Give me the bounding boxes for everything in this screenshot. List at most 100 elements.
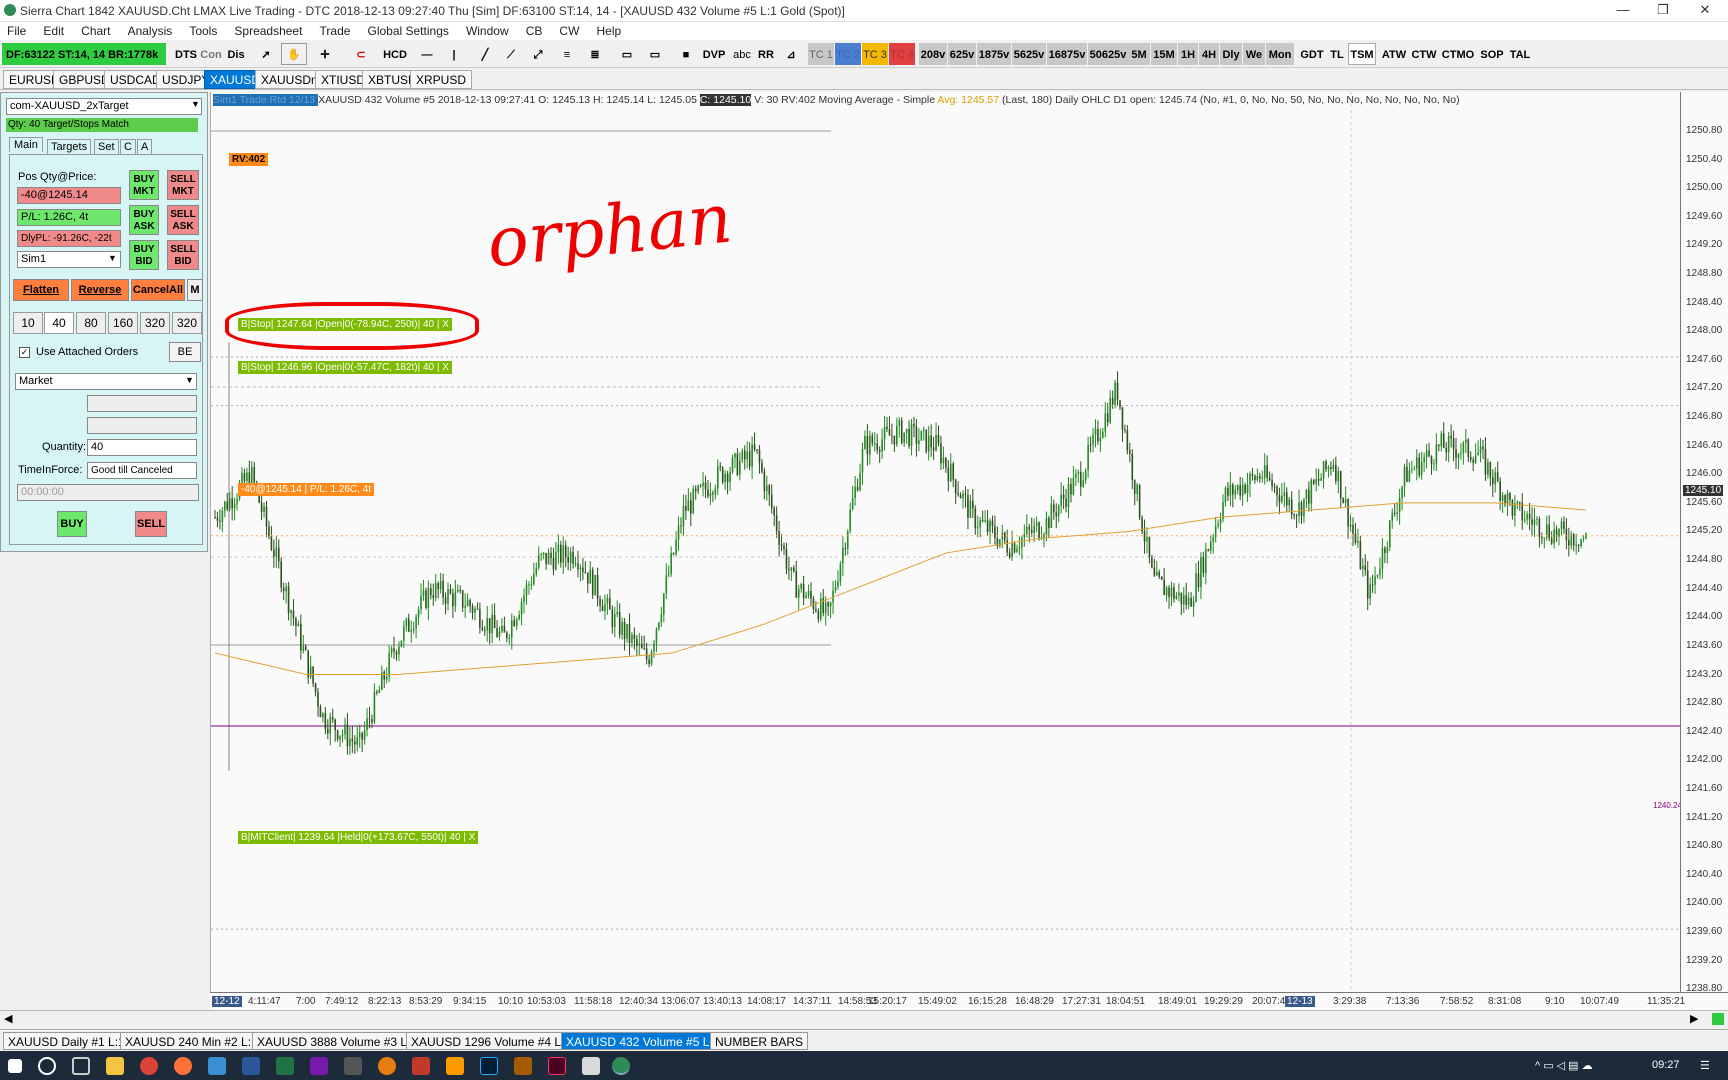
ctw-button[interactable]: CTW xyxy=(1410,43,1438,65)
bar-50625v[interactable]: 50625v xyxy=(1088,43,1128,65)
fib-extension-icon[interactable]: ≣ xyxy=(584,43,606,65)
app-icon-red[interactable] xyxy=(412,1057,430,1075)
symbol-tab-xrpusd[interactable]: XRPUSD xyxy=(410,70,473,89)
bar-5625v[interactable]: 5625v xyxy=(1012,43,1046,65)
vertical-line-icon[interactable]: | xyxy=(444,43,464,65)
tab-targets[interactable]: Targets xyxy=(47,139,92,155)
dts-button[interactable]: DTS xyxy=(174,43,198,65)
sell-market-button[interactable]: SELL MKT xyxy=(167,170,199,200)
trade-account-select[interactable]: com-XAUUSD_2xTarget xyxy=(6,98,202,115)
channel-icon[interactable]: ▭ xyxy=(644,43,666,65)
flatten-button[interactable]: Flatten xyxy=(13,279,69,301)
rectangle-icon[interactable]: ▭ xyxy=(616,43,638,65)
tl-button[interactable]: TL xyxy=(1328,43,1346,65)
app-icon-blue[interactable] xyxy=(208,1057,226,1075)
order-label-mit[interactable]: B|MITClient| 1239.64 |Held|0(+173.67C, 5… xyxy=(238,831,479,844)
crosshair-icon[interactable]: ✛ xyxy=(313,43,337,65)
explorer-icon[interactable] xyxy=(106,1057,124,1075)
acrobat-icon[interactable] xyxy=(582,1057,600,1075)
sierra-chart-icon[interactable] xyxy=(612,1057,630,1075)
menu-help[interactable]: Help xyxy=(589,22,628,40)
account-select[interactable]: Sim1 xyxy=(17,251,121,268)
quantity-field[interactable]: 40 xyxy=(87,439,197,456)
qty-preset-40[interactable]: 40 xyxy=(44,312,74,334)
buy-bid-button[interactable]: BUY BID xyxy=(129,240,159,270)
tal-button[interactable]: TAL xyxy=(1508,43,1532,65)
tif-select[interactable]: Good till Canceled xyxy=(87,462,197,479)
notifications-icon[interactable]: ☰ xyxy=(1700,1059,1710,1072)
ray-icon[interactable]: ⟋ xyxy=(500,43,522,65)
tc4-button[interactable]: TC 4 xyxy=(889,43,915,65)
dvp-button[interactable]: DVP xyxy=(700,43,728,65)
tc1-button[interactable]: TC 1 xyxy=(808,43,834,65)
ctmo-button[interactable]: CTMO xyxy=(1440,43,1476,65)
qty-preset-160[interactable]: 160 xyxy=(108,312,138,334)
rr-button[interactable]: RR xyxy=(756,43,776,65)
hand-icon[interactable]: ✋ xyxy=(281,43,307,65)
text-tool-button[interactable]: abc xyxy=(730,43,754,65)
word-icon[interactable] xyxy=(242,1057,260,1075)
time-field[interactable]: 00:00:00 xyxy=(17,484,199,501)
position-label[interactable]: -40@1245.14 | P/L: 1.26C, 4t xyxy=(238,483,375,496)
m-button[interactable]: M xyxy=(187,279,203,301)
tf-4h[interactable]: 4H xyxy=(1199,43,1219,65)
qty-preset-80[interactable]: 80 xyxy=(76,312,106,334)
reverse-button[interactable]: Reverse xyxy=(71,279,129,301)
order-type-chevron-icon[interactable]: ▼ xyxy=(185,375,194,385)
scroll-left-icon[interactable]: ◀ xyxy=(4,1012,12,1025)
price2-field[interactable] xyxy=(87,417,197,434)
bar-1875v[interactable]: 1875v xyxy=(977,43,1011,65)
tc3-button[interactable]: TC 3 xyxy=(862,43,888,65)
buy-button[interactable]: BUY xyxy=(57,511,87,537)
sop-button[interactable]: SOP xyxy=(1478,43,1506,65)
atw-button[interactable]: ATW xyxy=(1380,43,1408,65)
menu-analysis[interactable]: Analysis xyxy=(121,22,180,40)
account-chevron-icon[interactable]: ▼ xyxy=(108,253,117,263)
start-icon[interactable] xyxy=(8,1059,22,1073)
illustrator-icon[interactable] xyxy=(446,1057,464,1075)
chrome-icon[interactable] xyxy=(140,1057,158,1075)
close-window-button[interactable]: ✕ xyxy=(1682,0,1728,22)
menu-tools[interactable]: Tools xyxy=(182,22,224,40)
photoshop-icon[interactable] xyxy=(480,1057,498,1075)
indesign-icon[interactable] xyxy=(548,1057,566,1075)
menu-spreadsheet[interactable]: Spreadsheet xyxy=(227,22,309,40)
chart-tab-3888vol[interactable]: XAUUSD 3888 Volume #3 L:1 xyxy=(252,1032,423,1050)
fib-icon[interactable]: ≡ xyxy=(556,43,578,65)
qty-preset-320b[interactable]: 320 xyxy=(172,312,202,334)
use-attached-checkbox[interactable]: ✓ xyxy=(19,347,30,358)
onenote-icon[interactable] xyxy=(310,1057,328,1075)
cancel-all-button[interactable]: CancelAll xyxy=(131,279,185,301)
time-axis[interactable]: 12-12 4:11:47 7:00 7:49:12 8:22:13 8:53:29 9:3… xyxy=(210,992,1728,1010)
menu-chart[interactable]: Chart xyxy=(74,22,117,40)
tf-15m[interactable]: 15M xyxy=(1151,43,1177,65)
tf-5m[interactable]: 5M xyxy=(1128,43,1150,65)
menu-cw[interactable]: CW xyxy=(552,22,586,40)
be-button[interactable]: BE xyxy=(169,342,201,362)
tab-c[interactable]: C xyxy=(120,139,136,155)
qty-preset-10[interactable]: 10 xyxy=(13,312,43,334)
chart-tab-432vol[interactable]: XAUUSD 432 Volume #5 L:1 xyxy=(561,1032,725,1050)
sell-button[interactable]: SELL xyxy=(135,511,167,537)
sell-bid-button[interactable]: SELL BID xyxy=(167,240,199,270)
trendline-icon[interactable]: ╱ xyxy=(474,43,496,65)
dis-button[interactable]: Dis xyxy=(224,43,248,65)
tf-monthly[interactable]: Mon xyxy=(1266,43,1294,65)
chart-tab-number-bars[interactable]: NUMBER BARS xyxy=(710,1032,809,1050)
tf-weekly[interactable]: We xyxy=(1243,43,1265,65)
bar-625v[interactable]: 625v xyxy=(948,43,976,65)
order-label-stop-2[interactable]: B|Stop| 1246.96 |Open|0(-57.47C, 182t)| … xyxy=(238,361,452,374)
tab-main[interactable]: Main xyxy=(9,137,43,152)
bar-208v[interactable]: 208v xyxy=(919,43,947,65)
tc2-button[interactable]: TC 2 xyxy=(835,43,861,65)
dropdown-chevron-icon[interactable]: ▼ xyxy=(191,99,200,109)
blender-icon[interactable] xyxy=(378,1057,396,1075)
qty-preset-320[interactable]: 320 xyxy=(140,312,170,334)
ruler-icon[interactable]: ⊿ xyxy=(780,43,802,65)
con-button[interactable]: Con xyxy=(199,43,223,65)
maximize-button[interactable]: ❐ xyxy=(1640,0,1686,22)
menu-edit[interactable]: Edit xyxy=(36,22,71,40)
order-type-select[interactable]: Market xyxy=(15,373,197,390)
search-icon[interactable] xyxy=(38,1057,56,1075)
sell-ask-button[interactable]: SELL ASK xyxy=(167,205,199,235)
